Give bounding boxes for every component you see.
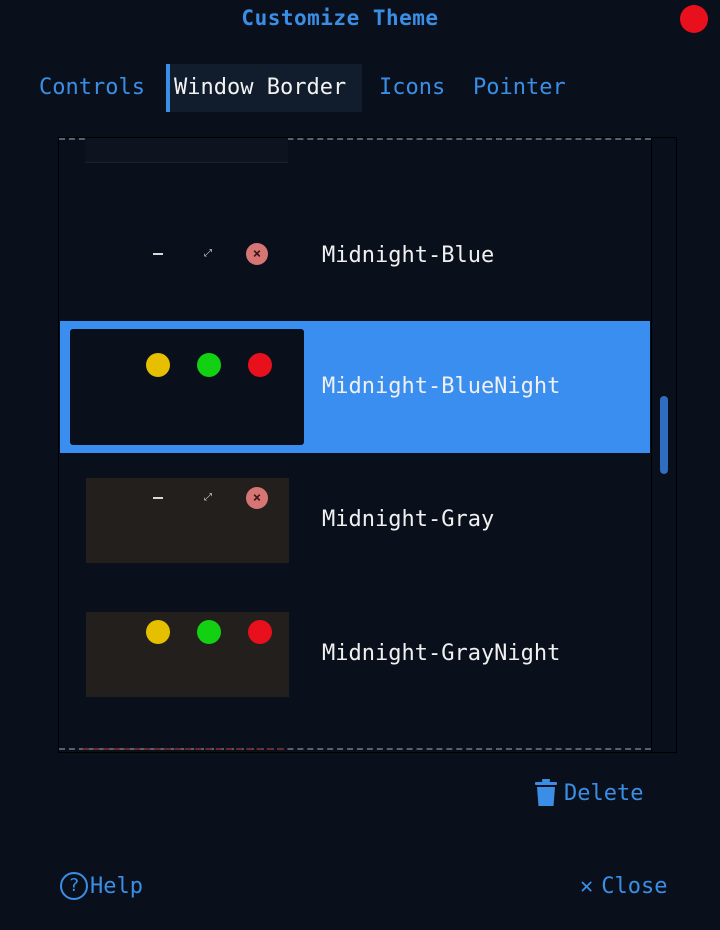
red-dot-icon [248, 353, 272, 377]
tab-pointer[interactable]: Pointer [473, 64, 566, 112]
list-item[interactable]: ⤢ × Midnight-Gray [60, 454, 650, 586]
close-button[interactable]: ✕ Close [580, 868, 667, 904]
partial-theme-thumbnail [85, 138, 288, 163]
theme-name: Midnight-BlueNight [322, 374, 561, 399]
maximize-icon: ⤢ [204, 492, 212, 503]
tab-window-border[interactable]: Window Border [166, 64, 363, 112]
theme-preview: ⤢ × [86, 478, 289, 563]
window-close-icon[interactable] [680, 5, 708, 33]
list-item[interactable]: ⤢ × Midnight-Blue [60, 190, 650, 322]
dialog-title: Customize Theme [241, 6, 439, 30]
list-item[interactable]: Midnight-GrayNight [60, 588, 650, 720]
help-button[interactable]: ? Help [60, 868, 143, 904]
theme-preview: ⤢ × [86, 214, 289, 299]
yellow-dot-icon [146, 620, 170, 644]
close-circle-icon: × [246, 487, 268, 509]
red-dot-icon [248, 620, 272, 644]
theme-name: Midnight-GrayNight [322, 641, 561, 666]
minimize-icon [153, 497, 163, 499]
help-label: Help [90, 873, 143, 899]
green-dot-icon [197, 620, 221, 644]
theme-preview [70, 329, 304, 445]
scrollbar-thumb[interactable] [660, 396, 668, 474]
close-label: Close [601, 873, 668, 899]
delete-label: Delete [564, 780, 644, 806]
tab-bar: Controls Window Border Icons Pointer [0, 64, 720, 112]
maximize-icon: ⤢ [204, 248, 212, 259]
tab-controls[interactable]: Controls [39, 64, 145, 112]
tab-icons[interactable]: Icons [379, 64, 445, 112]
scrollbar[interactable] [651, 138, 676, 752]
theme-name: Midnight-Gray [322, 507, 495, 532]
trash-icon [534, 779, 558, 807]
yellow-dot-icon [146, 353, 170, 377]
partial-theme-edge [83, 748, 283, 750]
minimize-icon [153, 253, 163, 255]
theme-list: ⤢ × Midnight-Blue Midnight-BlueNight ⤢ ×… [58, 137, 677, 753]
green-dot-icon [197, 353, 221, 377]
delete-button[interactable]: Delete [534, 776, 643, 810]
x-icon: ✕ [580, 873, 594, 899]
theme-preview [86, 612, 289, 697]
question-circle-icon: ? [60, 872, 88, 900]
close-circle-icon: × [246, 243, 268, 265]
theme-name: Midnight-Blue [322, 243, 495, 268]
list-item-selected[interactable]: Midnight-BlueNight [60, 321, 650, 453]
